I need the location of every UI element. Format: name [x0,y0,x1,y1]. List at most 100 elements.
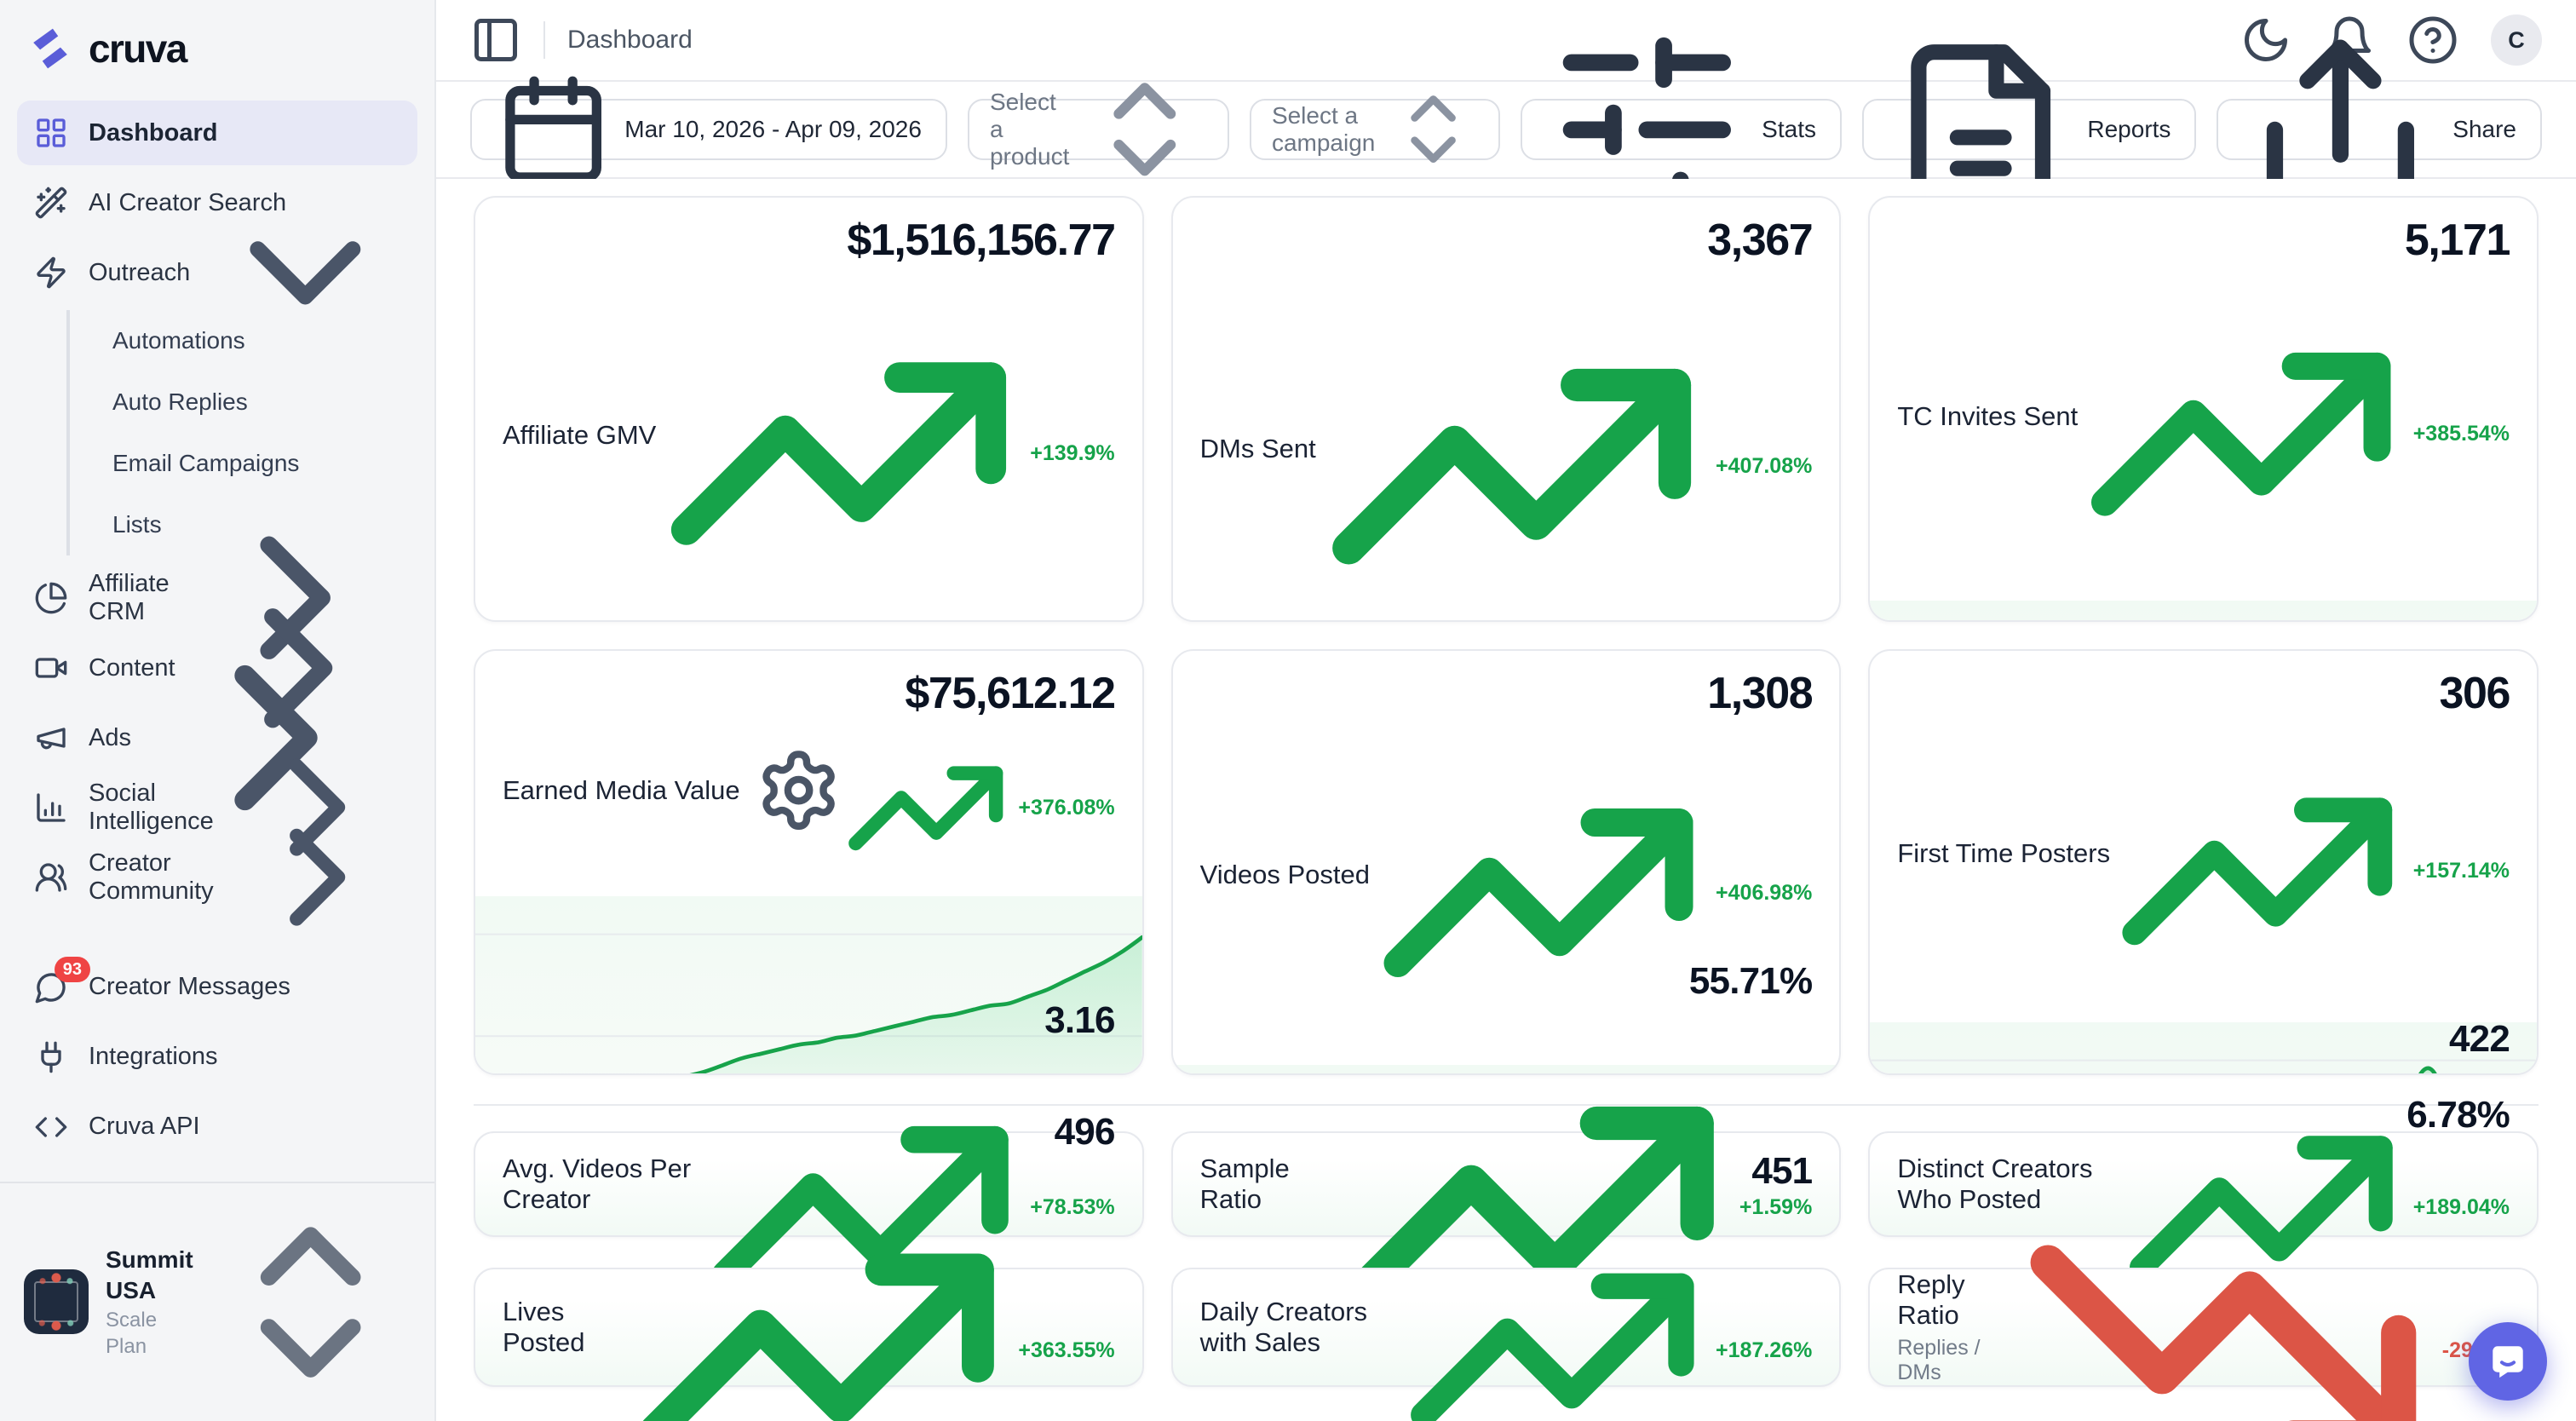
card-delta: +157.14% [2110,724,2510,1019]
sidebar: cruva Dashboard AI Creator Search Outrea… [0,0,436,1421]
settings-gear-icon[interactable] [756,747,842,833]
card-metrics: 306 +157.14% [2110,668,2510,1019]
logo[interactable]: cruva [0,0,434,87]
workspace-meta: Summit USA Scale Plan [106,1245,193,1360]
card-title: Affiliate GMV [503,235,656,622]
trending-up-icon [2110,724,2405,1019]
stat-metrics: 496 +363.55% [624,1111,1115,1421]
stat-title: Lives Posted [503,1297,624,1358]
cruva-logo-icon [27,26,73,72]
stat-delta: -29.6% [2013,1140,2510,1421]
card-value: 306 [2439,668,2510,719]
sidebar-item-cruva-api[interactable]: Cruva API [17,1095,417,1159]
filter-toolbar: Mar 10, 2026 - Apr 09, 2026 Select a pro… [436,82,2576,179]
sidebar-nav: Dashboard AI Creator Search Outreach Aut… [0,87,434,915]
card-header: TC Invites Sent 5,171 +385.54% [1870,198,2537,601]
sidebar-item-creator-messages[interactable]: 93 Creator Messages [17,955,417,1020]
chart-zone: 2026-03-132026-03-212026-03-292026-04-09 [1870,601,2537,622]
card-delta: +139.9% [656,271,1114,622]
chat-widget-button[interactable] [2469,1322,2547,1401]
trending-up-icon [656,271,1021,622]
main-panel: Dashboard C Mar 10, 2026 - Apr 09, 2026 … [436,0,2576,1421]
app-name: cruva [89,26,187,72]
workspace-plan: Scale Plan [106,1307,193,1360]
dashboard-app: cruva Dashboard AI Creator Search Outrea… [0,0,2576,1421]
sidebar-item-label: Creator Messages [89,973,290,1001]
card-header: Affiliate GMV $1,516,156.77 +139.9% [475,198,1142,622]
sidebar-item-integrations[interactable]: Integrations [17,1025,417,1090]
stat-title: Sample Ratio [1200,1153,1330,1215]
stat-metrics: 451 +187.26% [1398,1150,1812,1421]
card-delta: +385.54% [2078,271,2510,597]
product-select[interactable]: Select a product [968,99,1229,160]
stat-delta: +363.55% [624,1157,1115,1421]
sidebar-toggle-button[interactable] [470,14,521,66]
sidebar-subitem-email-campaigns[interactable]: Email Campaigns [70,433,417,494]
megaphone-icon [34,721,68,755]
trending-up-icon [1316,271,1707,622]
trending-down-icon [2013,1140,2434,1421]
users-icon [34,860,68,895]
trending-up-icon [842,724,1010,893]
stat-value: 3.16 [1044,999,1114,1042]
sidebar-item-label: Social Intelligence [89,780,214,836]
metric-card-first-time-posters: First Time Posters 306 +157.14% 2026-03-… [1868,649,2539,1075]
plug-icon [34,1040,68,1074]
sidebar-item-dashboard[interactable]: Dashboard [17,101,417,165]
card-value: $1,516,156.77 [847,215,1114,266]
zap-icon [34,256,68,290]
sidebar-item-outreach[interactable]: Outreach [17,240,417,305]
stat-value: 6.78% [2406,1094,2510,1136]
metric-card-affiliate-gmv: Affiliate GMV $1,516,156.77 +139.9% 2026… [474,196,1144,622]
card-title: Earned Media Value [503,688,842,893]
chevrons-up-down-icon [1083,67,1207,192]
grid-icon [34,116,68,150]
trending-up-icon [2078,271,2404,597]
panel-left-icon [470,14,521,66]
topbar-divider [543,21,545,59]
card-delta: +376.08% [842,724,1115,893]
stat-subtitle: Replies / DMs [1897,1336,2013,1385]
card-title: DMs Sent [1200,235,1316,622]
code-icon [34,1110,68,1144]
date-range-picker[interactable]: Mar 10, 2026 - Apr 09, 2026 [470,99,947,160]
card-value: 5,171 [2405,215,2510,266]
campaign-select[interactable]: Select a campaign [1250,99,1501,160]
stat-value: 55.71% [1689,960,1812,1003]
stat-card-reply-ratio: Reply Ratio Replies / DMs 6.78% -29.6% [1868,1268,2539,1387]
metric-card-tc-invites-sent: TC Invites Sent 5,171 +385.54% 2026-03-1… [1868,196,2539,622]
stats-button[interactable]: Stats [1521,99,1842,160]
reports-label: Reports [2087,116,2171,143]
stat-card-row-2: Lives Posted 496 +363.55% Daily Creators… [474,1268,2539,1387]
stat-title: Daily Creators with Sales [1200,1297,1399,1358]
sidebar-subitem-auto-replies[interactable]: Auto Replies [70,371,417,433]
date-range-value: Mar 10, 2026 - Apr 09, 2026 [624,116,922,143]
card-value: 3,367 [1707,215,1812,266]
sidebar-item-creator-community[interactable]: Creator Community [17,845,417,910]
sidebar-item-label: Dashboard [89,119,217,147]
chat-bubble-icon [2487,1340,2529,1383]
sidebar-item-label: Cruva API [89,1113,200,1141]
stat-value: 496 [1055,1111,1115,1153]
stat-title: Reply Ratio [1897,1269,2013,1331]
share-button[interactable]: Share [2217,99,2542,160]
card-header: DMs Sent 3,367 +407.08% [1173,198,1840,622]
stat-value: 451 [1751,1150,1812,1193]
message-icon: 93 [34,970,68,1004]
pie-chart-icon [34,581,68,615]
user-avatar[interactable]: C [2491,14,2542,66]
chart-card-grid: Affiliate GMV $1,516,156.77 +139.9% 2026… [474,196,2539,1075]
chevrons-up-down-icon [210,1202,411,1402]
video-icon [34,651,68,685]
trending-up-icon [1398,1196,1707,1421]
stat-card-lives-posted: Lives Posted 496 +363.55% [474,1268,1144,1387]
dashboard-content: Affiliate GMV $1,516,156.77 +139.9% 2026… [436,179,2576,1421]
card-title: TC Invites Sent [1897,235,2078,597]
calendar-icon [496,72,611,187]
metric-card-dms-sent: DMs Sent 3,367 +407.08% 2026-03-132026-0… [1171,196,1842,622]
toolbar-actions: Stats Reports Share [1521,99,2542,160]
card-metrics: 3,367 +407.08% [1316,215,1813,622]
stat-value: 422 [2449,1018,2510,1061]
reports-button[interactable]: Reports [1862,99,2196,160]
workspace-switcher[interactable]: Summit USA Scale Plan [0,1182,434,1421]
